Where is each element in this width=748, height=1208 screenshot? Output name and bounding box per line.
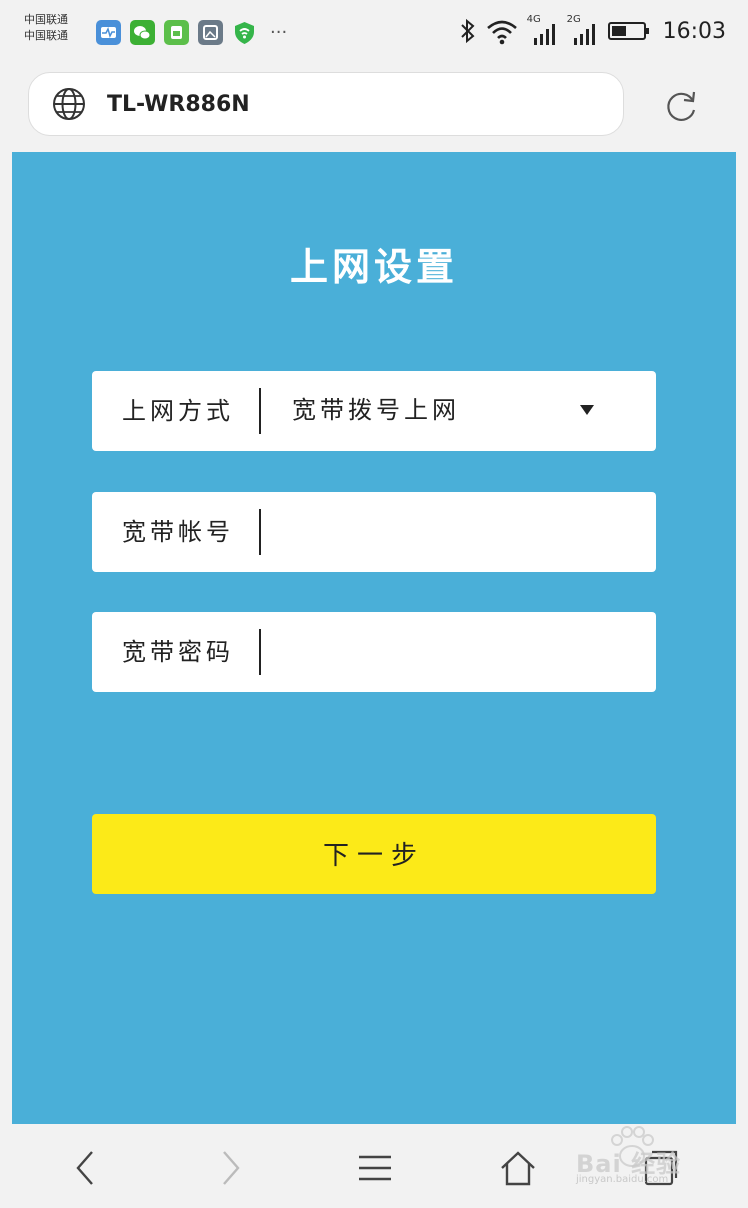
dropdown-arrow-icon[interactable] xyxy=(580,405,594,415)
forward-icon[interactable] xyxy=(210,1148,250,1188)
connection-type-label: 上网方式 xyxy=(122,397,234,425)
system-status: 4G 2G 16:03 xyxy=(459,14,726,48)
bluetooth-icon xyxy=(460,18,475,44)
menu-icon[interactable] xyxy=(355,1148,395,1188)
health-icon xyxy=(96,20,121,45)
signal-bars-icon xyxy=(573,24,595,45)
password-field[interactable]: 宽带密码 xyxy=(92,612,656,692)
account-field[interactable]: 宽带帐号 xyxy=(92,492,656,572)
carrier-info: 中国联通 中国联通 xyxy=(24,12,90,44)
password-input[interactable] xyxy=(268,628,642,678)
account-input[interactable] xyxy=(268,508,642,558)
field-divider xyxy=(259,509,261,555)
next-button[interactable]: 下一步 xyxy=(92,814,656,894)
setup-page: 上网设置 上网方式 宽带拨号上网 宽带帐号 宽带密码 下一步 xyxy=(12,152,736,1124)
url-text[interactable]: TL-WR886N xyxy=(107,92,250,117)
signal-sim2: 2G xyxy=(567,14,599,48)
connection-type-select[interactable]: 上网方式 宽带拨号上网 xyxy=(92,371,656,451)
sim-manager-icon xyxy=(164,20,189,45)
field-divider xyxy=(259,388,261,434)
browser-toolbar: TL-WR886N xyxy=(0,64,748,152)
battery-icon xyxy=(607,22,649,40)
password-label: 宽带密码 xyxy=(122,638,234,666)
baidu-watermark: Bai 经验 jingyan.baidu.com xyxy=(572,1124,742,1194)
signal-sim1: 4G xyxy=(527,14,559,48)
field-divider xyxy=(259,629,261,675)
status-bar: 中国联通 中国联通 ··· 4G 2G 16:03 xyxy=(0,0,748,64)
clock: 16:03 xyxy=(662,18,726,44)
refresh-icon[interactable] xyxy=(662,86,702,126)
wifi-icon xyxy=(486,20,517,45)
shield-icon xyxy=(232,20,257,45)
watermark-url: jingyan.baidu.com xyxy=(576,1174,669,1185)
gallery-icon xyxy=(198,20,223,45)
globe-icon xyxy=(53,88,85,120)
page-title: 上网设置 xyxy=(289,245,458,289)
connection-type-value[interactable]: 宽带拨号上网 xyxy=(292,371,460,451)
home-icon[interactable] xyxy=(498,1148,538,1188)
carrier-label-1: 中国联通 xyxy=(24,13,68,26)
signal-bars-icon xyxy=(533,24,555,45)
more-notifications: ··· xyxy=(270,21,288,43)
notification-icons: ··· xyxy=(96,20,287,45)
back-icon[interactable] xyxy=(66,1148,106,1188)
account-label: 宽带帐号 xyxy=(122,518,234,546)
carrier-label-2: 中国联通 xyxy=(24,29,68,42)
address-bar[interactable]: TL-WR886N xyxy=(28,72,624,136)
wechat-icon xyxy=(130,20,155,45)
